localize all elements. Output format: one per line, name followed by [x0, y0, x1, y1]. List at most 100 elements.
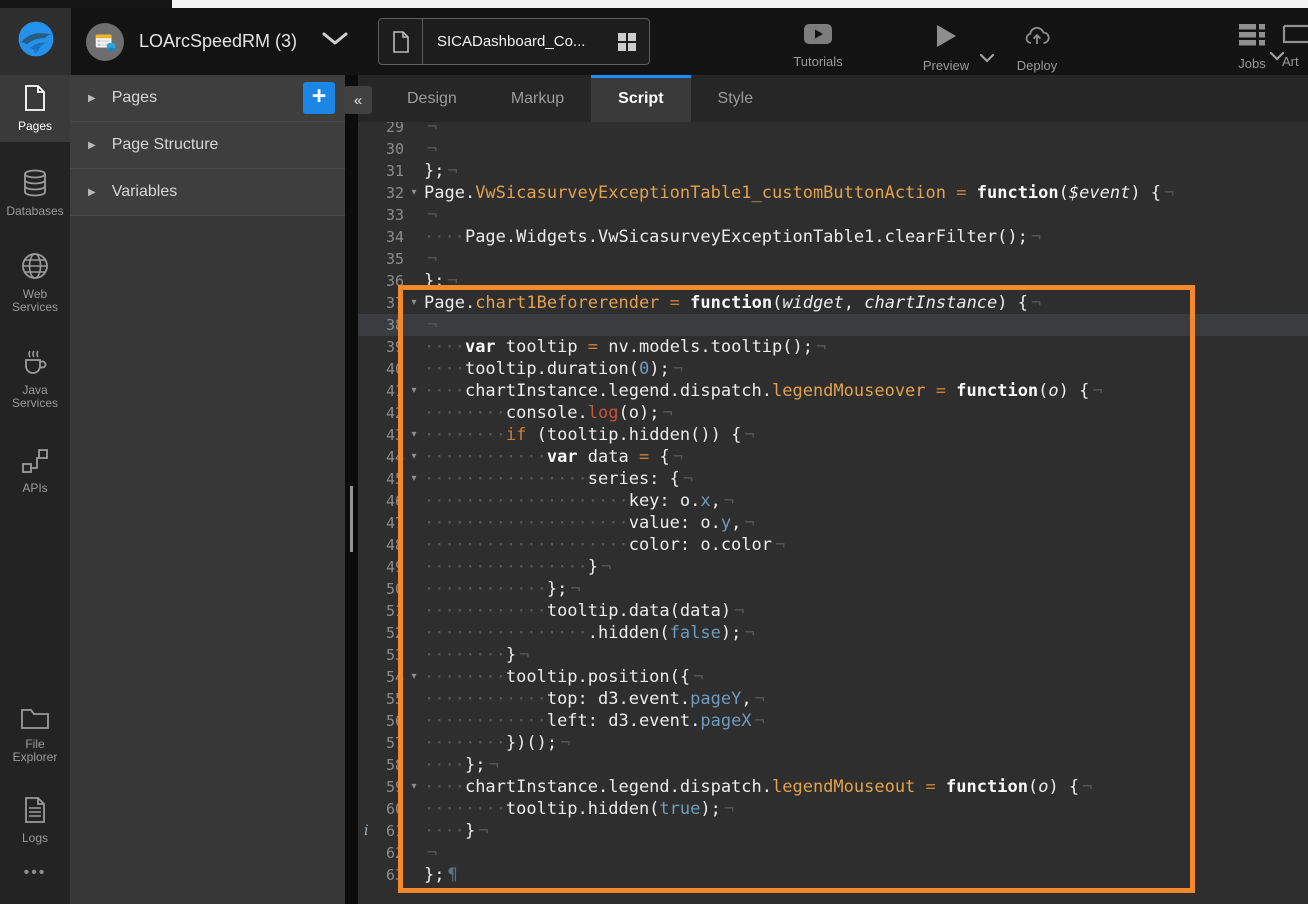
- page-tab-name: SICADashboard_Co...: [423, 33, 617, 50]
- rail-item-databases[interactable]: Databases: [0, 160, 70, 227]
- rail-item-java-services[interactable]: Java Services: [0, 339, 70, 419]
- fold-arrow-icon[interactable]: ▾: [404, 468, 424, 490]
- code-line-56[interactable]: 56············left: d3.event.pageX¬: [358, 710, 1308, 732]
- panel-section-variables[interactable]: ▶ Variables: [70, 169, 345, 216]
- code-line-40[interactable]: 40····tooltip.duration(0);¬: [358, 358, 1308, 380]
- project-selector[interactable]: LOArcSpeedRM (3): [86, 8, 348, 75]
- chevron-down-icon[interactable]: [322, 32, 348, 51]
- code-text: ········if (tooltip.hidden()) {¬: [424, 424, 1308, 446]
- code-line-61[interactable]: i61····}¬: [358, 820, 1308, 842]
- code-text: ····var tooltip = nv.models.tooltip();¬: [424, 336, 1308, 358]
- tab-markup[interactable]: Markup: [484, 75, 591, 122]
- code-line-58[interactable]: 58····};¬: [358, 754, 1308, 776]
- line-number: 62: [358, 842, 404, 864]
- code-line-34[interactable]: 34····Page.Widgets.VwSicasurveyException…: [358, 226, 1308, 248]
- page-file-icon: [379, 19, 423, 64]
- line-number: 33: [358, 204, 404, 226]
- fold-gutter: [404, 710, 424, 732]
- code-lines: 29¬30¬31};¬32▾Page.VwSicasurveyException…: [358, 122, 1308, 886]
- tab-design[interactable]: Design: [380, 75, 484, 122]
- caret-right-icon[interactable]: ▶: [88, 93, 96, 104]
- code-line-60[interactable]: 60········tooltip.hidden(true);¬: [358, 798, 1308, 820]
- dashboard-grid-icon[interactable]: [617, 32, 637, 52]
- rail-item-pages[interactable]: Pages: [0, 75, 70, 142]
- artifacts-button[interactable]: Art: [1268, 24, 1308, 69]
- code-line-36[interactable]: 36};¬: [358, 270, 1308, 292]
- code-line-51[interactable]: 51············tooltip.data(data)¬: [358, 600, 1308, 622]
- database-icon: [22, 169, 48, 200]
- add-page-button[interactable]: +: [303, 82, 335, 114]
- panel-section-page-structure[interactable]: ▶ Page Structure: [70, 122, 345, 169]
- code-text: Page.chart1Beforerender = function(widge…: [424, 292, 1308, 314]
- code-line-49[interactable]: 49················}¬: [358, 556, 1308, 578]
- line-number: 35: [358, 248, 404, 270]
- rail-item-file-explorer[interactable]: File Explorer: [0, 697, 70, 773]
- artifacts-label: Art: [1282, 54, 1299, 69]
- rail-item-logs[interactable]: Logs: [0, 787, 70, 854]
- fold-arrow-icon[interactable]: ▾: [404, 666, 424, 688]
- code-line-52[interactable]: 52················.hidden(false);¬: [358, 622, 1308, 644]
- code-text: ········tooltip.position({¬: [424, 666, 1308, 688]
- code-line-47[interactable]: 47····················value: o.y,¬: [358, 512, 1308, 534]
- tutorials-button[interactable]: Tutorials: [776, 24, 860, 69]
- code-line-57[interactable]: 57········})();¬: [358, 732, 1308, 754]
- code-line-35[interactable]: 35¬: [358, 248, 1308, 270]
- divider-scrollbar-thumb[interactable]: [350, 486, 353, 552]
- line-number: 45: [358, 468, 404, 490]
- code-text: ············tooltip.data(data)¬: [424, 600, 1308, 622]
- fold-arrow-icon[interactable]: ▾: [404, 446, 424, 468]
- app-logo[interactable]: [0, 8, 71, 75]
- deploy-button[interactable]: Deploy: [995, 24, 1079, 73]
- fold-arrow-icon[interactable]: ▾: [404, 424, 424, 446]
- fold-arrow-icon[interactable]: ▾: [404, 776, 424, 798]
- code-line-31[interactable]: 31};¬: [358, 160, 1308, 182]
- project-name: LOArcSpeedRM (3): [139, 31, 297, 52]
- rail-label: APIs: [22, 482, 47, 495]
- fold-arrow-icon[interactable]: ▾: [404, 182, 424, 204]
- preview-button[interactable]: Preview: [904, 24, 988, 73]
- code-line-41[interactable]: 41▾····chartInstance.legend.dispatch.leg…: [358, 380, 1308, 402]
- code-line-59[interactable]: 59▾····chartInstance.legend.dispatch.leg…: [358, 776, 1308, 798]
- code-line-63[interactable]: 63};¶: [358, 864, 1308, 886]
- caret-right-icon[interactable]: ▶: [88, 140, 96, 151]
- code-line-33[interactable]: 33¬: [358, 204, 1308, 226]
- code-line-29[interactable]: 29¬: [358, 122, 1308, 138]
- fold-arrow-icon[interactable]: ▾: [404, 380, 424, 402]
- code-line-32[interactable]: 32▾Page.VwSicasurveyExceptionTable1_cust…: [358, 182, 1308, 204]
- line-number: 48: [358, 534, 404, 556]
- panel-section-pages[interactable]: ▶ Pages +: [70, 75, 345, 122]
- code-line-45[interactable]: 45▾················series: {¬: [358, 468, 1308, 490]
- code-line-30[interactable]: 30¬: [358, 138, 1308, 160]
- code-line-55[interactable]: 55············top: d3.event.pageY,¬: [358, 688, 1308, 710]
- code-line-54[interactable]: 54▾········tooltip.position({¬: [358, 666, 1308, 688]
- preview-chevron-icon[interactable]: [980, 50, 994, 68]
- rail-item-apis[interactable]: APIs: [0, 439, 70, 504]
- code-line-48[interactable]: 48····················color: o.color¬: [358, 534, 1308, 556]
- line-number: 58: [358, 754, 404, 776]
- tab-style[interactable]: Style: [691, 75, 781, 122]
- caret-right-icon[interactable]: ▶: [88, 187, 96, 198]
- editor-tabbar: Design Markup Script Style: [358, 75, 1308, 122]
- code-line-42[interactable]: 42········console.log(o);¬: [358, 402, 1308, 424]
- code-text: ········}¬: [424, 644, 1308, 666]
- open-page-tab[interactable]: SICADashboard_Co...: [378, 18, 650, 65]
- tab-script[interactable]: Script: [591, 75, 690, 122]
- code-line-39[interactable]: 39····var tooltip = nv.models.tooltip();…: [358, 336, 1308, 358]
- code-line-44[interactable]: 44▾············var data = {¬: [358, 446, 1308, 468]
- fold-gutter: [404, 798, 424, 820]
- code-line-46[interactable]: 46····················key: o.x,¬: [358, 490, 1308, 512]
- code-editor[interactable]: 29¬30¬31};¬32▾Page.VwSicasurveyException…: [358, 122, 1308, 904]
- code-line-43[interactable]: 43▾········if (tooltip.hidden()) {¬: [358, 424, 1308, 446]
- code-line-62[interactable]: 62¬: [358, 842, 1308, 864]
- more-options-button[interactable]: •••: [24, 854, 47, 904]
- line-number: 34: [358, 226, 404, 248]
- code-line-37[interactable]: 37▾Page.chart1Beforerender = function(wi…: [358, 292, 1308, 314]
- tutorials-video-icon: [804, 24, 832, 47]
- collapse-panel-button[interactable]: «: [344, 86, 372, 114]
- rail-item-web-services[interactable]: Web Services: [0, 243, 70, 323]
- fold-arrow-icon[interactable]: ▾: [404, 292, 424, 314]
- code-line-50[interactable]: 50············};¬: [358, 578, 1308, 600]
- code-line-38[interactable]: 38¬: [358, 314, 1308, 336]
- fold-gutter: [404, 578, 424, 600]
- code-line-53[interactable]: 53········}¬: [358, 644, 1308, 666]
